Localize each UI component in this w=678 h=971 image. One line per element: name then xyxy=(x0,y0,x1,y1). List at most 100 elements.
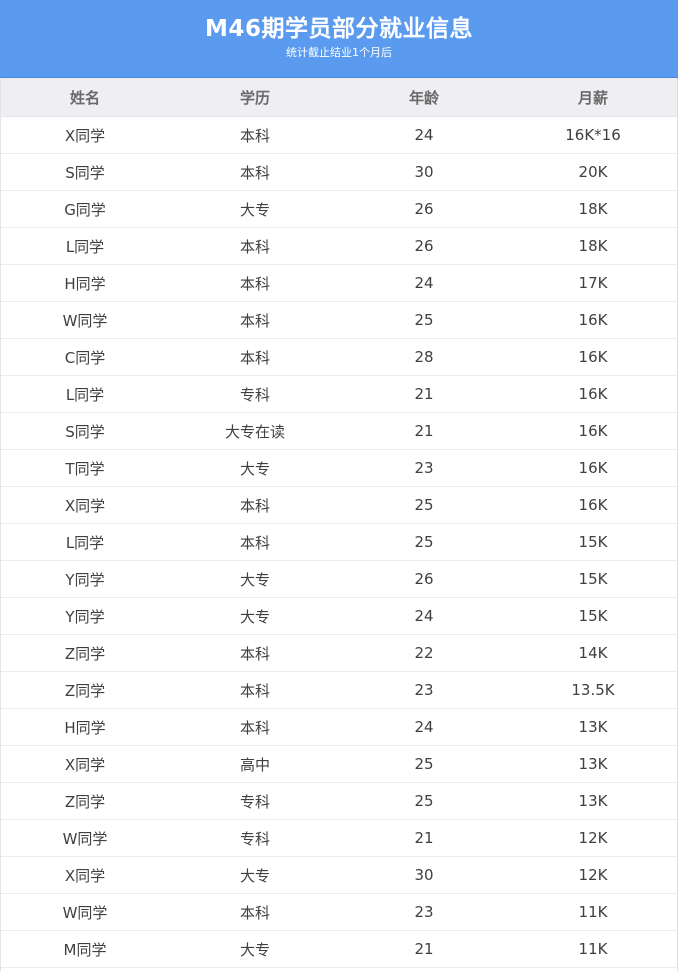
cell-age: 25 xyxy=(340,523,508,561)
cell-age: 25 xyxy=(340,301,508,339)
table-row: W同学 本科 25 16K xyxy=(0,301,678,339)
cell-salary: 16K xyxy=(508,375,678,413)
cell-education: 本科 xyxy=(170,227,340,265)
table-row: Y同学 大专 26 15K xyxy=(0,560,678,598)
table-row: Y同学 大专 24 15K xyxy=(0,597,678,635)
cell-education: 本科 xyxy=(170,153,340,191)
table-row: G同学 大专 26 18K xyxy=(0,190,678,228)
cell-age: 25 xyxy=(340,486,508,524)
cell-name: X同学 xyxy=(0,856,170,894)
cell-name: L同学 xyxy=(0,375,170,413)
table-row: X同学 本科 25 16K xyxy=(0,486,678,524)
table-row: S同学 大专在读 21 16K xyxy=(0,412,678,450)
cell-name: W同学 xyxy=(0,893,170,931)
cell-salary: 12K xyxy=(508,856,678,894)
cell-salary: 16K xyxy=(508,412,678,450)
header-banner: M46期学员部分就业信息 统计截止结业1个月后 xyxy=(0,0,678,78)
table-row: L同学 专科 21 16K xyxy=(0,375,678,413)
table-row: Z同学 本科 23 13.5K xyxy=(0,671,678,709)
table-row: W同学 专科 21 12K xyxy=(0,819,678,857)
cell-name: H同学 xyxy=(0,264,170,302)
page-subtitle: 统计截止结业1个月后 xyxy=(286,46,392,59)
cell-education: 专科 xyxy=(170,782,340,820)
cell-salary: 16K*16 xyxy=(508,116,678,154)
cell-age: 26 xyxy=(340,227,508,265)
table-header: 姓名 学历 年龄 月薪 xyxy=(0,78,678,117)
cell-salary: 17K xyxy=(508,264,678,302)
cell-age: 26 xyxy=(340,560,508,598)
cell-salary: 20K xyxy=(508,153,678,191)
cell-education: 本科 xyxy=(170,893,340,931)
cell-name: S同学 xyxy=(0,412,170,450)
cell-salary: 12K xyxy=(508,819,678,857)
cell-name: L同学 xyxy=(0,523,170,561)
cell-name: W同学 xyxy=(0,819,170,857)
table-body: X同学 本科 24 16K*16 S同学 本科 30 20K G同学 大专 26 18K L同学 本科 26… xyxy=(0,116,678,968)
cell-age: 26 xyxy=(340,190,508,228)
cell-education: 本科 xyxy=(170,301,340,339)
cell-age: 21 xyxy=(340,930,508,968)
table-row: X同学 高中 25 13K xyxy=(0,745,678,783)
cell-name: X同学 xyxy=(0,116,170,154)
cell-age: 24 xyxy=(340,597,508,635)
cell-education: 专科 xyxy=(170,819,340,857)
cell-education: 大专 xyxy=(170,597,340,635)
column-header-age: 年龄 xyxy=(340,78,508,117)
cell-education: 本科 xyxy=(170,708,340,746)
cell-age: 23 xyxy=(340,893,508,931)
cell-salary: 18K xyxy=(508,190,678,228)
cell-age: 21 xyxy=(340,819,508,857)
cell-name: W同学 xyxy=(0,301,170,339)
page-title: M46期学员部分就业信息 xyxy=(205,16,473,42)
cell-salary: 13K xyxy=(508,708,678,746)
table-row: X同学 大专 30 12K xyxy=(0,856,678,894)
cell-education: 本科 xyxy=(170,264,340,302)
cell-salary: 16K xyxy=(508,301,678,339)
cell-salary: 13.5K xyxy=(508,671,678,709)
cell-age: 24 xyxy=(340,116,508,154)
cell-salary: 18K xyxy=(508,227,678,265)
cell-name: Y同学 xyxy=(0,597,170,635)
cell-age: 28 xyxy=(340,338,508,376)
table-row: X同学 本科 24 16K*16 xyxy=(0,116,678,154)
cell-education: 大专 xyxy=(170,930,340,968)
cell-name: Z同学 xyxy=(0,634,170,672)
table-row: W同学 本科 23 11K xyxy=(0,893,678,931)
cell-age: 23 xyxy=(340,671,508,709)
cell-age: 21 xyxy=(340,412,508,450)
cell-education: 大专 xyxy=(170,449,340,487)
cell-salary: 16K xyxy=(508,338,678,376)
column-header-education: 学历 xyxy=(170,78,340,117)
cell-age: 23 xyxy=(340,449,508,487)
cell-education: 大专 xyxy=(170,560,340,598)
cell-name: L同学 xyxy=(0,227,170,265)
cell-salary: 11K xyxy=(508,930,678,968)
cell-name: T同学 xyxy=(0,449,170,487)
cell-name: C同学 xyxy=(0,338,170,376)
column-header-salary: 月薪 xyxy=(508,78,678,117)
cell-age: 24 xyxy=(340,708,508,746)
cell-name: X同学 xyxy=(0,486,170,524)
cell-salary: 15K xyxy=(508,597,678,635)
cell-education: 专科 xyxy=(170,375,340,413)
cell-education: 大专 xyxy=(170,190,340,228)
cell-salary: 14K xyxy=(508,634,678,672)
employment-info-page: M46期学员部分就业信息 统计截止结业1个月后 姓名 学历 年龄 月薪 X同学本… xyxy=(0,0,678,971)
table-row: L同学 本科 26 18K xyxy=(0,227,678,265)
cell-age: 30 xyxy=(340,856,508,894)
cell-education: 本科 xyxy=(170,338,340,376)
cell-age: 21 xyxy=(340,375,508,413)
cell-age: 30 xyxy=(340,153,508,191)
cell-education: 高中 xyxy=(170,745,340,783)
cell-name: M同学 xyxy=(0,930,170,968)
table-row: T同学 大专 23 16K xyxy=(0,449,678,487)
cell-age: 25 xyxy=(340,745,508,783)
cell-salary: 16K xyxy=(508,486,678,524)
cell-salary: 15K xyxy=(508,560,678,598)
cell-name: Z同学 xyxy=(0,782,170,820)
cell-salary: 13K xyxy=(508,782,678,820)
cell-age: 24 xyxy=(340,264,508,302)
cell-education: 本科 xyxy=(170,634,340,672)
cell-salary: 11K xyxy=(508,893,678,931)
table-row: M同学 大专 21 11K xyxy=(0,930,678,968)
